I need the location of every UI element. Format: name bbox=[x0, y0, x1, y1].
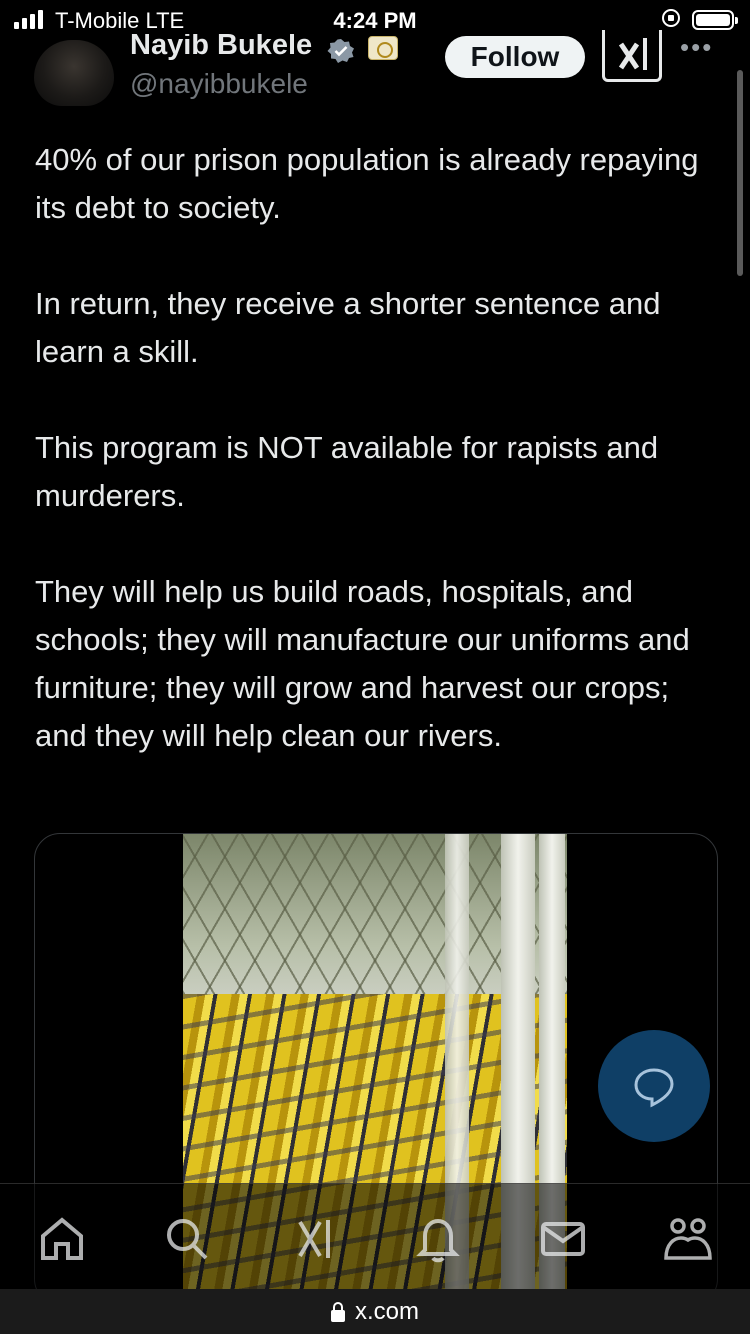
bottom-nav bbox=[0, 1183, 750, 1290]
tweet-paragraph: In return, they receive a shorter senten… bbox=[35, 286, 661, 369]
browser-url-bar[interactable]: x.com bbox=[0, 1289, 750, 1334]
communities-icon[interactable] bbox=[663, 1214, 713, 1264]
government-affiliation-icon[interactable] bbox=[368, 36, 398, 60]
follow-button[interactable]: Follow bbox=[445, 36, 585, 78]
reply-compose-button[interactable] bbox=[598, 1030, 710, 1142]
verified-badge-icon[interactable] bbox=[326, 38, 356, 64]
tweet-paragraph: 40% of our prison population is already … bbox=[35, 142, 699, 225]
reply-compose-icon bbox=[634, 1068, 674, 1108]
tweet-text: 40% of our prison population is already … bbox=[35, 136, 725, 808]
rotation-lock-icon bbox=[662, 9, 680, 27]
author-display-name[interactable]: Nayib Bukele bbox=[130, 34, 312, 60]
more-options-icon[interactable]: ••• bbox=[680, 32, 713, 63]
grok-icon[interactable] bbox=[602, 30, 662, 82]
notifications-icon[interactable] bbox=[413, 1214, 463, 1264]
avatar[interactable] bbox=[34, 40, 114, 106]
home-icon[interactable] bbox=[37, 1214, 87, 1264]
search-icon[interactable] bbox=[162, 1214, 212, 1264]
grok-icon[interactable] bbox=[288, 1214, 338, 1264]
lock-icon bbox=[330, 1301, 345, 1322]
author-handle[interactable]: @nayibbukele bbox=[130, 68, 308, 100]
scrollbar[interactable] bbox=[737, 70, 743, 276]
tweet-paragraph: This program is NOT available for rapist… bbox=[35, 430, 659, 513]
tweet-paragraph: They will help us build roads, hospitals… bbox=[35, 574, 690, 753]
url-text[interactable]: x.com bbox=[355, 1298, 419, 1326]
tweet-header: Nayib Bukele @nayibbukele Follow ••• bbox=[0, 30, 750, 110]
battery-icon bbox=[692, 10, 738, 30]
messages-icon[interactable] bbox=[538, 1214, 588, 1264]
